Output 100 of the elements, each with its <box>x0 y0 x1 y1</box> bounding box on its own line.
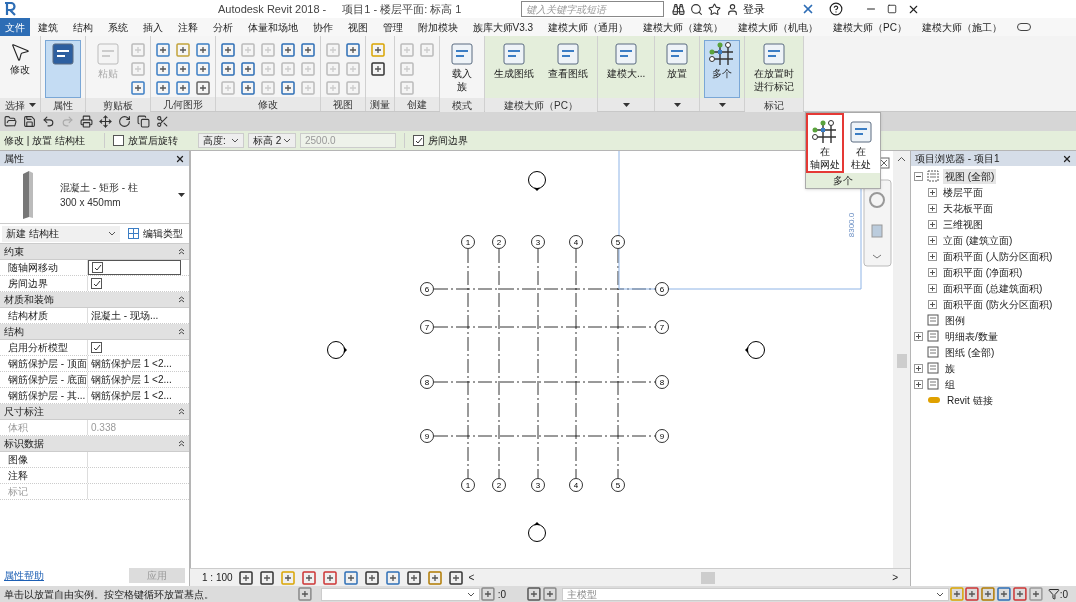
tool-icon[interactable] <box>964 586 981 602</box>
expander-icon[interactable] <box>928 251 937 261</box>
save-icon[interactable] <box>23 115 36 128</box>
ribbon-button[interactable]: 多个 <box>704 40 741 98</box>
type-selector[interactable]: 混凝土 - 矩形 - 柱 300 x 450mm <box>0 166 189 224</box>
tool-icon[interactable] <box>426 569 443 586</box>
collapse-icon[interactable] <box>178 248 185 255</box>
undo-icon[interactable] <box>42 115 55 128</box>
chevron-down-icon[interactable] <box>108 231 116 236</box>
collapse-icon[interactable] <box>178 328 185 335</box>
tool-icon[interactable] <box>300 569 317 586</box>
property-value[interactable]: 钢筋保护层 1 <2... <box>91 372 172 387</box>
ribbon-button[interactable]: 放置 <box>659 40 696 98</box>
tool-icon[interactable] <box>220 61 236 77</box>
tree-item[interactable]: 三维视图 <box>941 216 985 232</box>
tool-icon[interactable] <box>384 569 401 586</box>
navigation-bar-icon[interactable] <box>863 179 892 267</box>
group-header[interactable]: 约束 <box>0 244 189 260</box>
scroll-up-icon[interactable] <box>897 155 906 164</box>
print-icon[interactable] <box>80 115 93 128</box>
file-tab[interactable]: 文件 <box>0 18 30 36</box>
tree-item[interactable]: 视图 (全部) <box>943 168 997 184</box>
tool-icon[interactable] <box>237 569 254 586</box>
checkbox[interactable] <box>413 135 424 146</box>
chevron-down-icon[interactable] <box>466 591 475 597</box>
close-icon[interactable] <box>1062 153 1072 164</box>
collapse-icon[interactable] <box>178 296 185 303</box>
ribbon-tab[interactable]: 体量和场地 <box>240 18 305 36</box>
ribbon-tab[interactable]: 附加模块 <box>410 18 465 36</box>
tool-icon[interactable] <box>280 42 296 58</box>
tool-icon[interactable] <box>195 42 211 58</box>
collapse-icon[interactable] <box>178 408 185 415</box>
ribbon-tab[interactable]: 管理 <box>375 18 410 36</box>
group-header[interactable]: 结构 <box>0 324 189 340</box>
height-dropdown[interactable]: 高度: <box>198 133 244 148</box>
tool-icon[interactable] <box>300 42 316 58</box>
ribbon-button[interactable]: 载入 族 <box>444 40 480 98</box>
expander-icon[interactable] <box>914 379 923 389</box>
sync-icon[interactable] <box>118 115 131 128</box>
search-icon[interactable] <box>690 2 704 16</box>
checkbox[interactable] <box>91 342 102 353</box>
tool-icon[interactable] <box>363 569 380 586</box>
active-value-field[interactable] <box>88 260 181 275</box>
menu-item[interactable]: 在 柱处 <box>844 113 878 173</box>
tool-icon[interactable] <box>342 569 359 586</box>
tool-icon[interactable] <box>542 586 558 602</box>
tool-icon[interactable] <box>195 80 211 96</box>
scale-text[interactable]: 1 : 100 <box>202 570 233 585</box>
ribbon-tab[interactable]: 视图 <box>340 18 375 36</box>
tool-icon[interactable] <box>280 80 296 96</box>
ribbon-tab[interactable]: 分析 <box>205 18 240 36</box>
tool-icon[interactable] <box>526 586 543 602</box>
tree-item[interactable]: 面积平面 (总建筑面积) <box>941 280 1045 296</box>
expander-icon[interactable] <box>928 219 937 229</box>
instance-dropdown[interactable]: 新建 结构柱 <box>2 225 120 242</box>
group-header[interactable]: 材质和装饰 <box>0 292 189 308</box>
tool-icon[interactable] <box>1012 586 1028 602</box>
tool-icon[interactable] <box>130 80 146 96</box>
ribbon-tab[interactable]: 结构 <box>65 18 100 36</box>
tree-item[interactable]: 楼层平面 <box>941 184 985 200</box>
tool-icon[interactable] <box>155 61 171 77</box>
scroll-left-button[interactable]: < <box>468 570 475 585</box>
tree-item[interactable]: 天花板平面 <box>941 200 995 216</box>
tool-icon[interactable] <box>370 42 386 58</box>
tree-item[interactable]: 组 <box>943 376 957 392</box>
chevron-down-icon[interactable] <box>935 591 944 597</box>
ribbon-tab[interactable]: 建模大师（机电） <box>730 18 826 36</box>
checkbox[interactable] <box>113 135 124 146</box>
tool-icon[interactable] <box>258 569 275 586</box>
ribbon-tab[interactable]: 注释 <box>170 18 205 36</box>
login-link[interactable]: 登录 <box>743 0 766 18</box>
edit-type-button[interactable]: 编辑类型 <box>124 225 187 242</box>
user-icon[interactable] <box>726 2 740 16</box>
property-value[interactable]: 钢筋保护层 1 <2... <box>91 356 172 371</box>
checkbox[interactable] <box>91 278 102 289</box>
menu-item[interactable]: 在 轴网处 <box>806 113 844 173</box>
tree-item[interactable]: 明细表/数量 <box>943 328 1000 344</box>
tool-icon[interactable] <box>220 42 236 58</box>
tool-icon[interactable] <box>321 569 338 586</box>
group-header[interactable]: 标识数据 <box>0 436 189 452</box>
tool-icon[interactable] <box>345 42 361 58</box>
tree-item[interactable]: Revit 链接 <box>945 392 995 408</box>
chevron-down-icon[interactable] <box>231 138 239 143</box>
tree-item[interactable]: 立面 (建筑立面) <box>941 232 1015 248</box>
expander-icon[interactable] <box>928 299 937 309</box>
tool-icon[interactable] <box>175 42 191 58</box>
help-icon[interactable] <box>829 2 844 16</box>
ribbon-tab[interactable]: 建模大师（通用） <box>540 18 636 36</box>
group-header[interactable]: 尺寸标注 <box>0 404 189 420</box>
rotate-option[interactable]: 放置后旋转 <box>105 133 186 148</box>
tool-icon[interactable] <box>370 61 386 77</box>
chevron-down-icon[interactable] <box>283 138 291 143</box>
collapse-icon[interactable] <box>178 440 185 447</box>
tool-icon[interactable] <box>155 80 171 96</box>
tool-icon[interactable] <box>240 80 256 96</box>
expander-icon[interactable] <box>914 171 923 181</box>
ribbon-button[interactable]: 修改 <box>4 40 36 98</box>
filter-icon[interactable] <box>1047 588 1060 600</box>
ribbon-button[interactable]: 查看图纸 <box>543 40 593 98</box>
ribbon-tab[interactable]: 建模大师（建筑） <box>635 18 731 36</box>
